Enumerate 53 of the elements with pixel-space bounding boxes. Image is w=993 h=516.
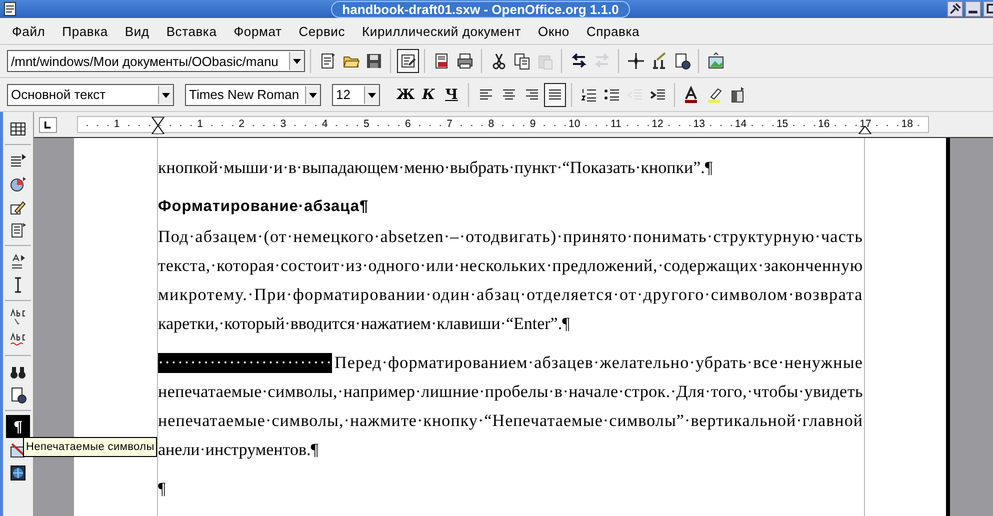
bold-button[interactable]: Ж <box>394 82 416 106</box>
auto-spell-icon <box>9 330 27 348</box>
spelling-icon <box>9 308 27 326</box>
pin-button[interactable] <box>947 1 963 17</box>
globe-icon <box>9 464 27 482</box>
menu-item[interactable]: Вид <box>120 24 154 38</box>
edit-file-icon <box>398 52 416 70</box>
paragraph: ¶ <box>158 478 167 500</box>
table-icon <box>9 120 27 138</box>
graphics-off-icon <box>9 440 27 458</box>
italic-button[interactable]: К <box>418 82 440 106</box>
picture-icon <box>706 52 724 70</box>
paragraph: Под·абзацем·(от·немецкого·absetzen·–·отодвигать)·принято·понимать·структурную·часть текста,·которая·состоит·из·одного·или·нескольких·предложений,·содержащих·законченную микротему.·При·форматировании·один·абзац·отделяется·от·другого·символом·возврата каретки,·который·вводится·нажатием·клавиши·“Enter”.¶ <box>158 226 864 335</box>
menu-item[interactable]: Сервис <box>294 24 350 38</box>
menu-item[interactable]: Правка <box>57 24 113 38</box>
window-title: handbook-draft01.sxw - OpenOffice.org 1.1.0 <box>331 0 630 18</box>
form-icon <box>9 220 27 238</box>
redo-arrow-icon <box>592 52 610 70</box>
edit-file-button[interactable] <box>396 49 418 73</box>
section-heading: Форматирование·абзаца¶ <box>158 196 370 216</box>
indent-marker-icon[interactable] <box>151 117 166 134</box>
document-icon <box>4 2 16 16</box>
minimize-button[interactable] <box>965 1 981 17</box>
pie-chart-icon <box>9 174 27 192</box>
maximize-button[interactable] <box>983 1 993 17</box>
copy-icon <box>512 52 530 70</box>
menu-item[interactable]: Кириллический документ <box>357 24 526 38</box>
highlighter-icon <box>706 86 724 104</box>
menu-item[interactable]: Формат <box>228 24 287 38</box>
font-size-field[interactable]: 12 <box>332 84 380 106</box>
printer-icon <box>456 52 474 70</box>
right-indent-marker-icon[interactable] <box>858 126 872 134</box>
paragraph: ···························Перед·форматированием·абзацев·желательно·убрать·все·ненужные непечатаемые·символы,·например·лишние·пробелы·в·начале·строк.·Для·того,·чтобы·увидеть непечатаемые·символы,·нажмите·кнопку·“Непечатаемые·символы”·вертикальной·главной анели·инструментов.¶ <box>158 352 864 461</box>
menu-item[interactable]: Файл <box>7 24 50 38</box>
insert-field-icon <box>9 152 27 170</box>
text-arrow-icon <box>9 252 27 270</box>
formatting-marks-button[interactable]: ¶ <box>6 415 30 438</box>
tab-stop-icon[interactable] <box>39 116 57 132</box>
new-document-icon <box>318 52 336 70</box>
undo-arrow-icon <box>570 52 588 70</box>
paragraph-style-field[interactable]: Основной текст <box>7 84 174 106</box>
pdf-document-icon <box>432 52 450 70</box>
align-justify-button[interactable] <box>544 82 566 106</box>
path-field[interactable]: /mnt/windows/Мои документы/OObasic/manu <box>7 50 305 72</box>
menu-item[interactable]: Справка <box>581 24 645 38</box>
compass-icon <box>626 52 644 70</box>
tooltip: Непечатаемые символы <box>23 437 158 457</box>
underline-button[interactable]: Ч <box>440 82 462 106</box>
menu-item[interactable]: Окно <box>533 24 574 38</box>
menu-item[interactable]: Вставка <box>161 24 222 38</box>
font-name-field[interactable]: Times New Roman <box>185 84 321 106</box>
background-color-icon <box>728 86 746 104</box>
paragraph: кнопкой·мыши·и·в·выпадающем·меню·выбрать·пункт·“Показать·кнопки”.¶ <box>158 156 714 179</box>
